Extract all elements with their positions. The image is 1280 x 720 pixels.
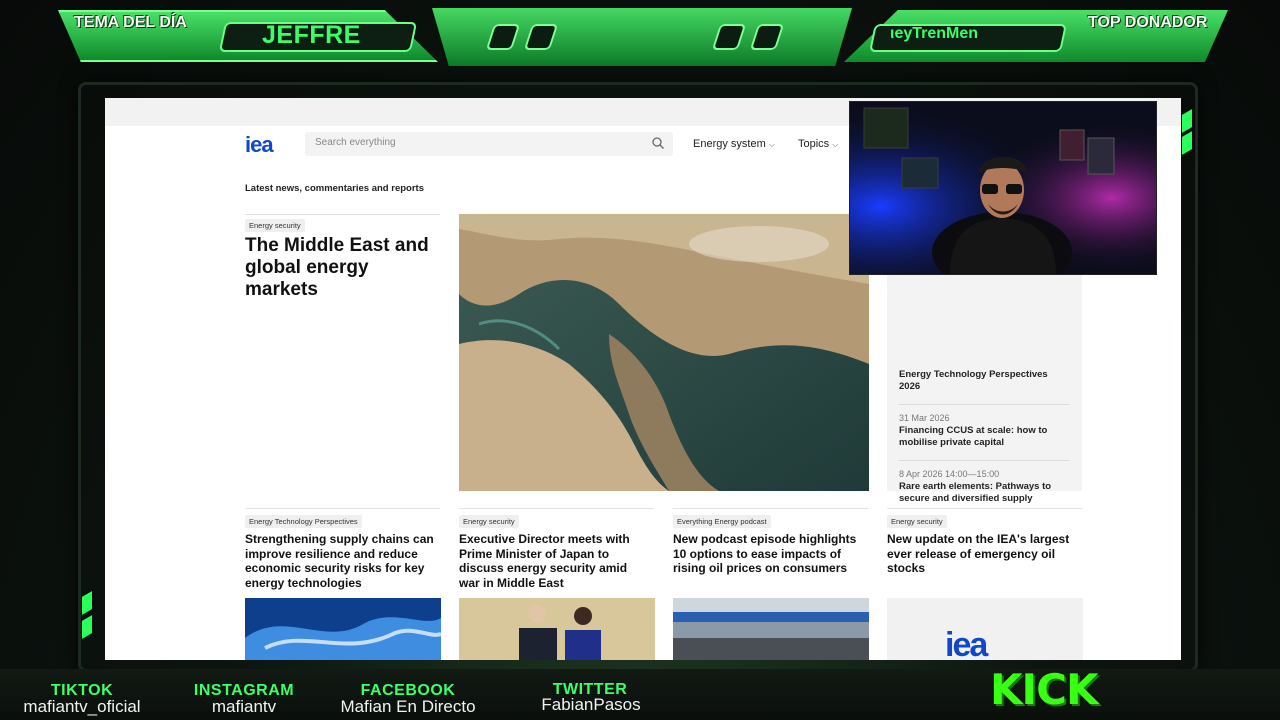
event-date: 8 Apr 2026 14:00—15:00 bbox=[899, 469, 1000, 479]
streamer-webcam bbox=[849, 101, 1157, 275]
nav-label: Topics bbox=[798, 138, 830, 150]
nav-energy-system[interactable]: Energy system ⌵ bbox=[693, 138, 775, 150]
iea-logo: iea bbox=[945, 626, 988, 660]
topic-value: JEFFRE bbox=[262, 21, 361, 49]
topic-label: TEMA DEL DÍA bbox=[74, 14, 187, 31]
card-thumbnail[interactable] bbox=[673, 598, 869, 660]
card-title[interactable]: New podcast episode highlights 10 option… bbox=[673, 532, 863, 576]
event-title[interactable]: Energy Technology Perspectives 2026 bbox=[899, 369, 1069, 393]
card-tag[interactable]: Everything Energy podcast bbox=[673, 515, 771, 528]
card-tag[interactable]: Energy security bbox=[887, 515, 947, 528]
section-heading: Latest news, commentaries and reports bbox=[245, 183, 424, 194]
search-input[interactable]: Search everything bbox=[305, 132, 673, 156]
event-title[interactable]: Rare earth elements: Pathways to secure … bbox=[899, 481, 1069, 505]
divider bbox=[245, 214, 440, 215]
card-title[interactable]: New update on the IEA's largest ever rel… bbox=[887, 532, 1077, 576]
divider bbox=[673, 508, 868, 509]
stream-top-banner: TEMA DEL DÍA JEFFRE ιeyTrenMen TOP DONAD… bbox=[0, 0, 1280, 80]
card-tag[interactable]: Energy Technology Perspectives bbox=[245, 515, 362, 528]
kick-logo: KICK bbox=[990, 665, 1099, 714]
event-date: 31 Mar 2026 bbox=[899, 413, 950, 423]
iea-logo[interactable]: iea bbox=[245, 132, 274, 158]
hero-satellite-image[interactable] bbox=[459, 214, 869, 491]
search-placeholder: Search everything bbox=[315, 137, 396, 148]
instagram-handle: mafiantv bbox=[211, 697, 277, 716]
facebook-handle: Mafian En Directo bbox=[340, 697, 476, 716]
card-thumbnail[interactable] bbox=[459, 598, 655, 660]
chevron-down-icon: ⌵ bbox=[768, 140, 775, 149]
divider bbox=[899, 460, 1069, 461]
nav-topics[interactable]: Topics ⌵ bbox=[798, 138, 838, 150]
divider bbox=[459, 508, 654, 509]
chevron-down-icon: ⌵ bbox=[832, 140, 839, 149]
tiktok-handle: mafiantv_oficial bbox=[23, 697, 141, 716]
divider bbox=[887, 508, 1082, 509]
hero-title[interactable]: The Middle East and global energy market… bbox=[245, 235, 440, 301]
card-title[interactable]: Executive Director meets with Prime Mini… bbox=[459, 532, 649, 590]
twitter-handle: FabianPasos bbox=[541, 695, 641, 714]
nav-label: Energy system bbox=[693, 138, 766, 150]
event-title[interactable]: Financing CCUS at scale: how to mobilise… bbox=[899, 425, 1069, 449]
card-tag[interactable]: Energy security bbox=[459, 515, 519, 528]
hero-tag[interactable]: Energy security bbox=[245, 219, 305, 232]
donor-label: TOP DONADOR bbox=[1088, 14, 1208, 31]
card-thumbnail[interactable] bbox=[245, 598, 441, 660]
divider bbox=[245, 508, 440, 509]
card-thumbnail[interactable]: iea bbox=[887, 598, 1083, 660]
donor-value: ιeyTrenMen bbox=[890, 25, 979, 42]
search-icon[interactable] bbox=[651, 136, 665, 150]
divider bbox=[899, 404, 1069, 405]
card-title[interactable]: Strengthening supply chains can improve … bbox=[245, 532, 435, 590]
